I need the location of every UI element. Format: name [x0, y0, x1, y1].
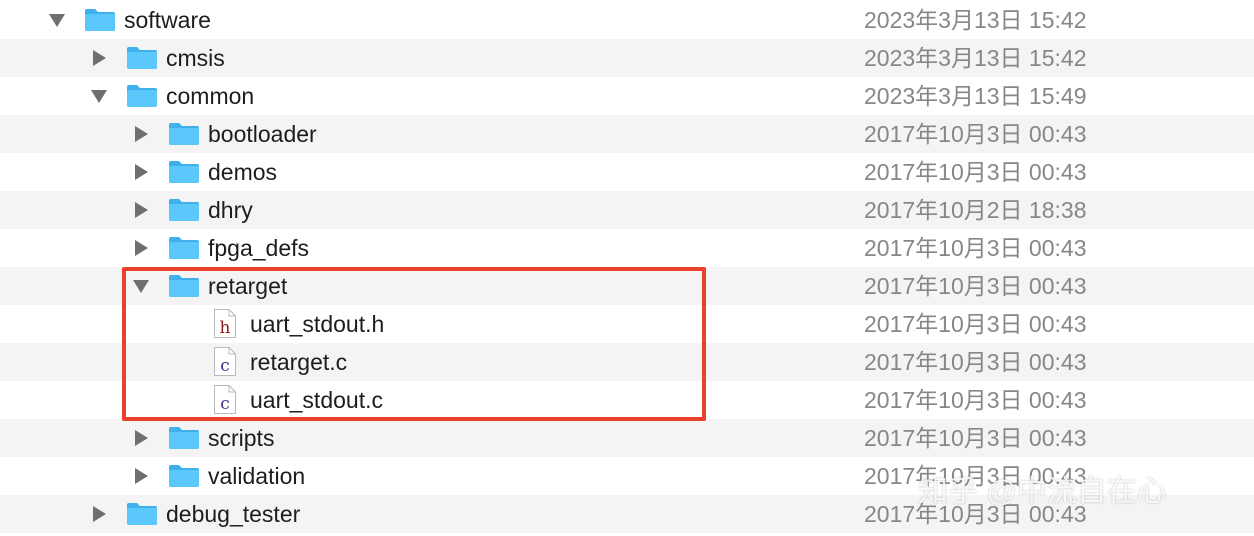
c-file-icon: c — [213, 384, 237, 415]
date-modified: 2017年10月3日 00:43 — [864, 463, 1087, 489]
date-modified: 2017年10月3日 00:43 — [864, 349, 1087, 375]
disclosure-expanded-icon[interactable] — [87, 77, 111, 115]
folder-icon — [168, 122, 200, 146]
file-name: retarget — [208, 273, 288, 299]
date-modified: 2023年3月13日 15:42 — [864, 45, 1087, 71]
file-name: scripts — [208, 425, 275, 451]
folder-icon — [126, 84, 158, 108]
file-row-retarget[interactable]: retarget 2017年10月3日 00:43 — [0, 267, 1254, 305]
date-modified: 2017年10月3日 00:43 — [864, 235, 1087, 261]
disclosure-collapsed-icon[interactable] — [129, 229, 153, 267]
date-modified: 2017年10月2日 18:38 — [864, 197, 1087, 223]
file-name: demos — [208, 159, 278, 185]
file-row-cmsis[interactable]: cmsis 2023年3月13日 15:42 — [0, 39, 1254, 77]
folder-icon — [84, 8, 116, 32]
disclosure-expanded-icon[interactable] — [129, 267, 153, 305]
file-name: fpga_defs — [208, 235, 310, 261]
file-row-dhry[interactable]: dhry 2017年10月2日 18:38 — [0, 191, 1254, 229]
disclosure-collapsed-icon[interactable] — [129, 191, 153, 229]
file-row-common[interactable]: common 2023年3月13日 15:49 — [0, 77, 1254, 115]
file-name: common — [166, 83, 255, 109]
date-modified: 2017年10月3日 00:43 — [864, 501, 1087, 527]
date-modified: 2023年3月13日 15:49 — [864, 83, 1087, 109]
c-file-icon: c — [213, 346, 237, 377]
file-row-validation[interactable]: validation 2017年10月3日 00:43 — [0, 457, 1254, 495]
folder-icon — [168, 198, 200, 222]
date-modified: 2017年10月3日 00:43 — [864, 311, 1087, 337]
file-list: software 2023年3月13日 15:42 cmsis 2023年3月13日 … — [0, 0, 1254, 536]
disclosure-collapsed-icon[interactable] — [129, 457, 153, 495]
file-name: validation — [208, 463, 306, 489]
folder-icon — [168, 236, 200, 260]
date-modified: 2023年3月13日 15:42 — [864, 7, 1087, 33]
folder-icon — [126, 502, 158, 526]
file-row-scripts[interactable]: scripts 2017年10月3日 00:43 — [0, 419, 1254, 457]
disclosure-collapsed-icon[interactable] — [129, 115, 153, 153]
file-name: dhry — [208, 197, 253, 223]
date-modified: 2017年10月3日 00:43 — [864, 159, 1087, 185]
folder-icon — [168, 426, 200, 450]
file-row-debug-tester[interactable]: debug_tester 2017年10月3日 00:43 — [0, 495, 1254, 533]
file-name: debug_tester — [166, 501, 301, 527]
disclosure-expanded-icon[interactable] — [45, 1, 69, 39]
file-name: retarget.c — [250, 349, 348, 375]
disclosure-collapsed-icon[interactable] — [129, 153, 153, 191]
date-modified: 2017年10月3日 00:43 — [864, 121, 1087, 147]
disclosure-collapsed-icon[interactable] — [87, 495, 111, 533]
folder-icon — [168, 464, 200, 488]
file-row-fpga-defs[interactable]: fpga_defs 2017年10月3日 00:43 — [0, 229, 1254, 267]
file-row-uart-stdout-c[interactable]: c uart_stdout.c 2017年10月3日 00:43 — [0, 381, 1254, 419]
file-row-bootloader[interactable]: bootloader 2017年10月3日 00:43 — [0, 115, 1254, 153]
date-modified: 2017年10月3日 00:43 — [864, 425, 1087, 451]
svg-text:c: c — [220, 356, 230, 376]
file-row-software[interactable]: software 2023年3月13日 15:42 — [0, 1, 1254, 39]
disclosure-collapsed-icon[interactable] — [87, 39, 111, 77]
file-name: software — [124, 7, 211, 33]
file-name: bootloader — [208, 121, 317, 147]
folder-icon — [168, 274, 200, 298]
svg-text:c: c — [220, 394, 230, 414]
date-modified: 2017年10月3日 00:43 — [864, 387, 1087, 413]
h-file-icon: h — [213, 308, 237, 339]
date-modified: 2017年10月3日 00:43 — [864, 273, 1087, 299]
file-row-demos[interactable]: demos 2017年10月3日 00:43 — [0, 153, 1254, 191]
file-row-uart-stdout-h[interactable]: h uart_stdout.h 2017年10月3日 00:43 — [0, 305, 1254, 343]
file-name: uart_stdout.c — [250, 387, 383, 413]
file-name: cmsis — [166, 45, 225, 71]
folder-icon — [168, 160, 200, 184]
folder-icon — [126, 46, 158, 70]
file-name: uart_stdout.h — [250, 311, 385, 337]
file-row-retarget-c[interactable]: c retarget.c 2017年10月3日 00:43 — [0, 343, 1254, 381]
svg-text:h: h — [220, 318, 231, 338]
disclosure-collapsed-icon[interactable] — [129, 419, 153, 457]
